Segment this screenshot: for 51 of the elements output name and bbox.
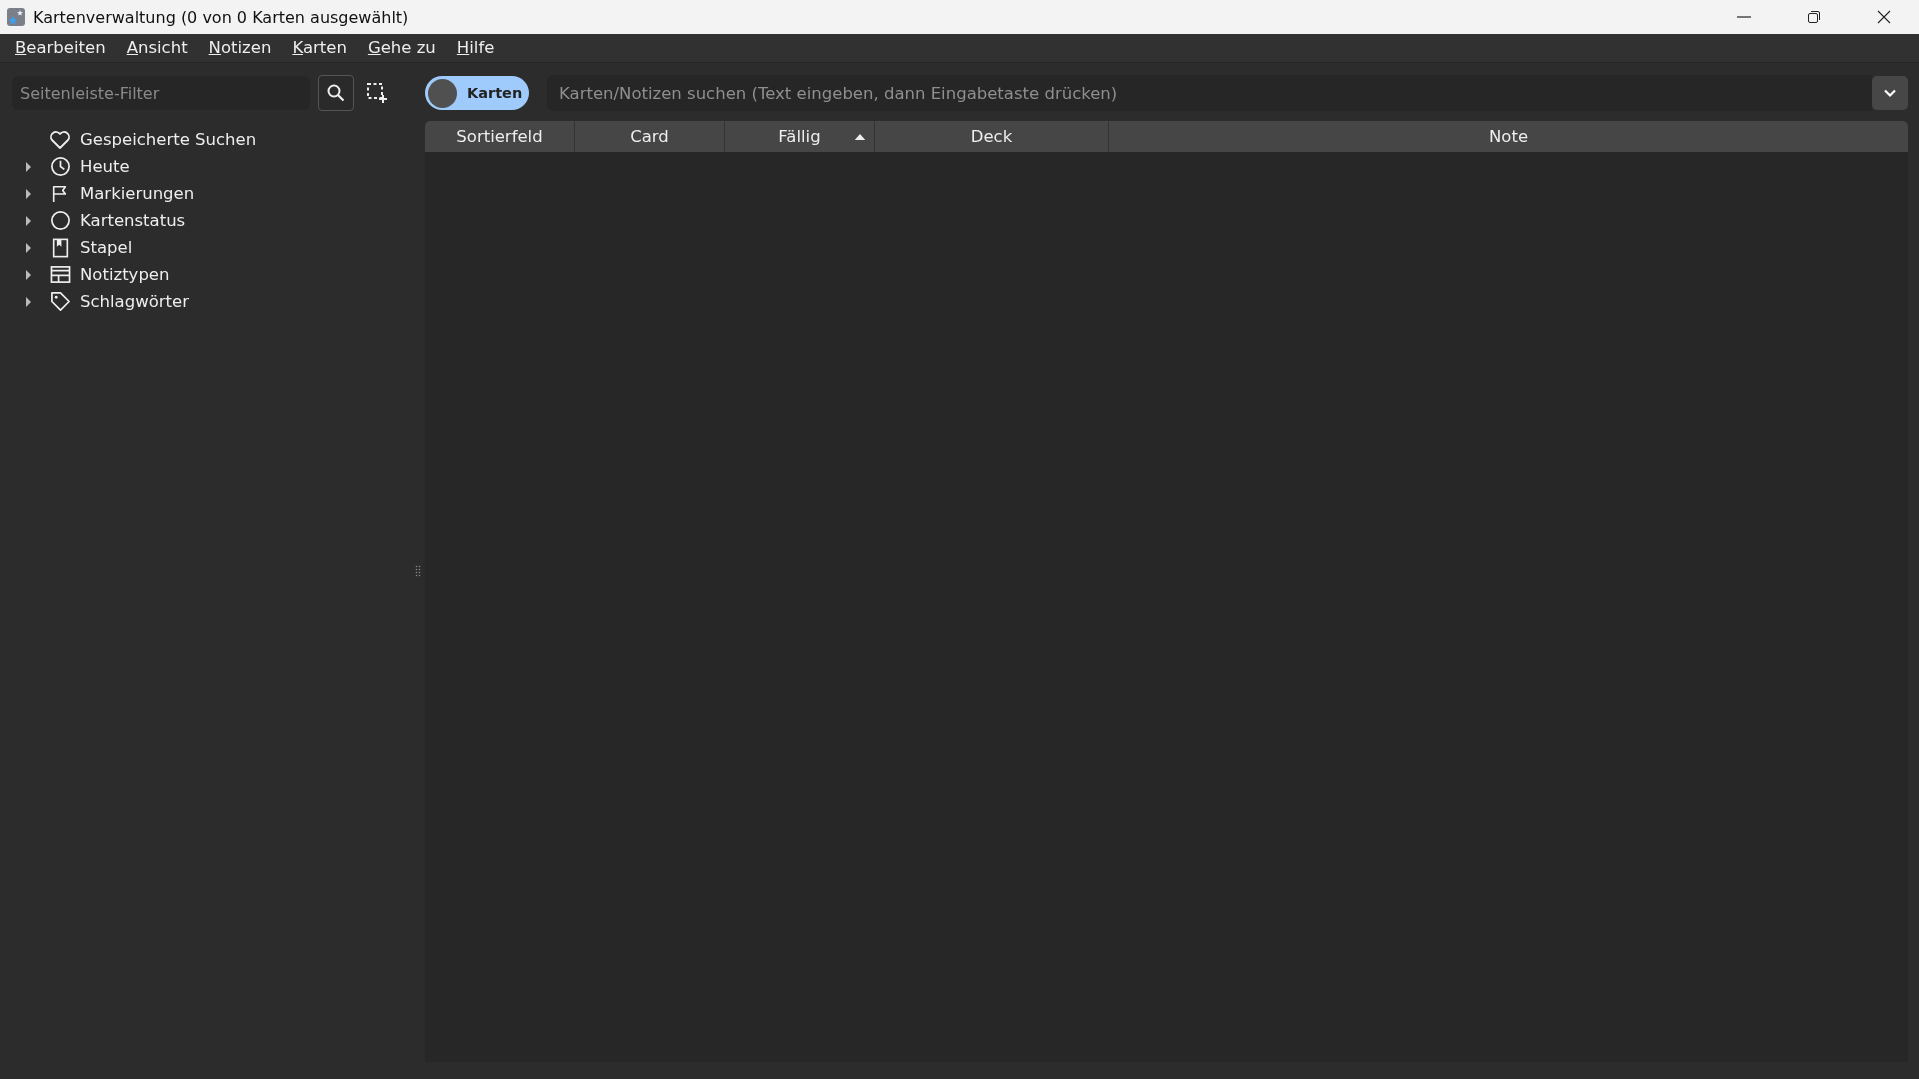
selection-add-icon[interactable] xyxy=(366,82,388,104)
expand-arrow-icon[interactable] xyxy=(24,242,32,253)
sidebar-item[interactable]: Stapel xyxy=(12,234,410,261)
menu-item[interactable]: Hilfe xyxy=(447,35,504,61)
sidebar-item[interactable]: Schlagwörter xyxy=(12,288,410,315)
sidebar-item-label: Kartenstatus xyxy=(80,211,186,230)
sidebar-item-label: Schlagwörter xyxy=(80,292,189,311)
sidebar-item-label: Notiztypen xyxy=(80,265,170,284)
close-icon xyxy=(1876,9,1892,25)
sidebar-item[interactable]: Notiztypen xyxy=(12,261,410,288)
menu-item[interactable]: Ansicht xyxy=(117,35,197,61)
tag-icon xyxy=(49,291,71,312)
sidebar-item[interactable]: Gespeicherte Suchen xyxy=(12,126,410,153)
column-header[interactable]: Deck xyxy=(875,121,1109,152)
dropdown-button[interactable] xyxy=(1872,76,1908,110)
menu-item[interactable]: Karten xyxy=(283,35,356,61)
expand-arrow-icon[interactable] xyxy=(24,215,32,226)
sidebar-item-label: Stapel xyxy=(80,238,133,257)
search-button[interactable] xyxy=(318,75,354,111)
sidebar-item-label: Markierungen xyxy=(80,184,195,203)
expand-arrow-icon[interactable] xyxy=(24,296,32,307)
flag-icon xyxy=(51,184,69,203)
menu-item[interactable]: Notizen xyxy=(199,35,281,61)
search-icon xyxy=(326,83,346,103)
sidebar-filter-field[interactable]: Seitenleiste-Filter xyxy=(12,76,310,110)
circle-icon xyxy=(49,210,71,231)
sidebar-item[interactable]: Kartenstatus xyxy=(12,207,410,234)
clock-icon xyxy=(49,156,71,177)
sidebar-item-label: Gespeicherte Suchen xyxy=(80,130,257,149)
menu-item[interactable]: Gehe zu xyxy=(358,35,445,61)
column-header[interactable]: Note xyxy=(1109,121,1908,152)
restore-icon xyxy=(1806,9,1822,25)
expand-arrow-icon[interactable] xyxy=(24,269,32,280)
expand-arrow-icon[interactable] xyxy=(24,161,32,172)
mode-toggle[interactable]: Karten xyxy=(425,76,529,110)
expand-arrow-icon[interactable] xyxy=(24,188,32,199)
menu-item[interactable]: Bearbeiten xyxy=(6,35,115,61)
app-icon xyxy=(6,7,26,27)
window-title: Kartenverwaltung (0 von 0 Karten ausgewählt) xyxy=(33,7,409,27)
sidebar-item-label: Heute xyxy=(80,157,130,176)
heart-icon xyxy=(49,129,71,150)
column-header[interactable]: Sortierfeld xyxy=(425,121,575,152)
search-field[interactable]: Karten/Notizen suchen (Text eingeben, dann Eingabetaste drücken) xyxy=(547,75,1872,111)
sidebar-item[interactable]: Markierungen xyxy=(12,180,410,207)
book-icon xyxy=(51,237,69,258)
column-header[interactable]: Card xyxy=(575,121,725,152)
column-header[interactable]: Fällig xyxy=(725,121,875,152)
minimize-icon xyxy=(1737,16,1751,18)
table-icon xyxy=(49,265,71,284)
splitter-handle-icon[interactable] xyxy=(414,565,421,577)
sidebar-item[interactable]: Heute xyxy=(12,153,410,180)
